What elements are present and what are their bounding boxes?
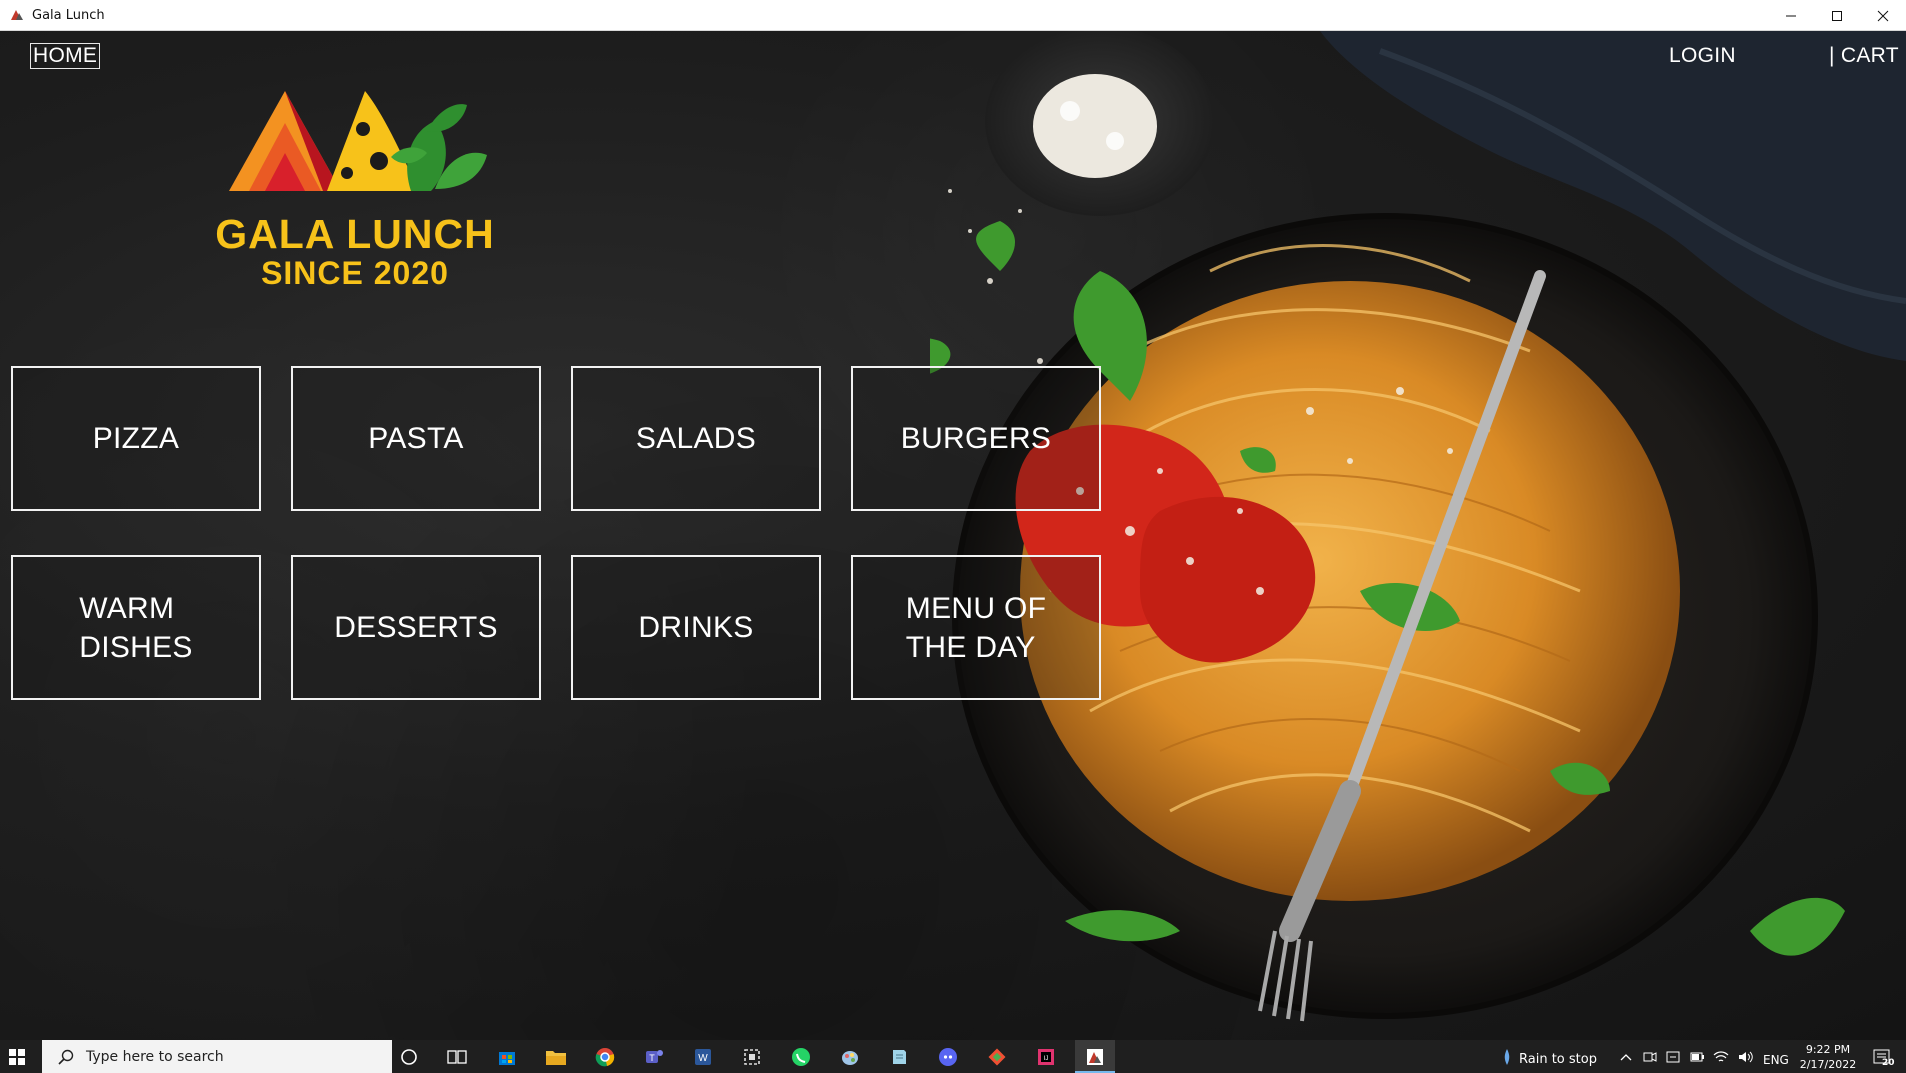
category-label: BURGERS	[900, 422, 1052, 455]
category-salads-button[interactable]: SALADS	[571, 366, 821, 511]
category-menu-of-the-day-button[interactable]: MENU OF THE DAY	[851, 555, 1101, 700]
chevron-up-icon[interactable]	[1620, 1051, 1632, 1063]
cortana-icon[interactable]	[395, 1043, 423, 1071]
teams-icon[interactable]: T	[640, 1043, 668, 1071]
category-drinks-button[interactable]: DRINKS	[571, 555, 821, 700]
logo-graphic	[229, 91, 487, 191]
logo-title: GALA LUNCH	[215, 211, 495, 257]
window-title: Gala Lunch	[32, 7, 105, 23]
logo-subtitle: SINCE 2020	[261, 255, 449, 291]
wifi-icon[interactable]	[1713, 1050, 1729, 1064]
meet-now-icon[interactable]	[1643, 1050, 1657, 1064]
windows-logo-icon	[9, 1048, 25, 1065]
volume-icon[interactable]	[1738, 1050, 1754, 1064]
search-icon	[58, 1049, 74, 1065]
gala-lunch-app-icon[interactable]	[1081, 1043, 1109, 1071]
store-icon[interactable]	[493, 1043, 521, 1071]
category-label: DESSERTS	[334, 611, 498, 644]
minimize-icon	[1786, 15, 1796, 16]
category-label: MENU OF THE DAY	[905, 591, 1047, 664]
notepad-icon[interactable]	[885, 1043, 913, 1071]
snipping-tool-icon[interactable]	[738, 1043, 766, 1071]
notification-count-badge: 20	[1882, 1058, 1895, 1068]
nav-login-link[interactable]: LOGIN	[1669, 44, 1736, 68]
clock-date: 2/17/2022	[1799, 1058, 1857, 1071]
clock-time: 9:22 PM	[1805, 1043, 1851, 1056]
discord-icon[interactable]	[934, 1043, 962, 1071]
file-explorer-icon[interactable]	[542, 1043, 570, 1071]
svg-text:T: T	[649, 1053, 655, 1063]
weather-icon[interactable]	[1503, 1048, 1511, 1066]
maximize-icon	[1832, 10, 1842, 21]
intellij-icon[interactable]: IJ	[1032, 1043, 1060, 1071]
task-view-icon[interactable]	[443, 1043, 471, 1071]
minimize-button[interactable]	[1768, 0, 1814, 31]
window-titlebar: Gala Lunch	[0, 0, 1906, 31]
category-label: WARM DISHES	[79, 591, 193, 664]
category-pizza-button[interactable]: PIZZA	[11, 366, 261, 511]
home-page: HOME LOGIN | CART GALA LUNCH SINCE 2020 …	[0, 31, 1906, 1040]
category-label: SALADS	[635, 422, 757, 455]
git-icon[interactable]	[983, 1043, 1011, 1071]
battery-icon[interactable]	[1690, 1051, 1704, 1063]
taskbar-clock[interactable]: 9:22 PM 2/17/2022	[1788, 1042, 1868, 1072]
language-indicator[interactable]: ENG	[1763, 1053, 1789, 1067]
svg-text:IJ: IJ	[1044, 1056, 1049, 1062]
category-warm-dishes-button[interactable]: WARM DISHES	[11, 555, 261, 700]
gala-lunch-logo: GALA LUNCH SINCE 2020	[205, 61, 505, 291]
category-label: PASTA	[368, 422, 464, 455]
close-button[interactable]	[1860, 0, 1906, 31]
maximize-button[interactable]	[1814, 0, 1860, 31]
close-icon	[1877, 10, 1889, 21]
taskbar-search-box[interactable]: Type here to search	[42, 1040, 392, 1073]
category-desserts-button[interactable]: DESSERTS	[291, 555, 541, 700]
nav-cart-link[interactable]: | CART	[1829, 44, 1899, 68]
word-icon[interactable]: W	[689, 1043, 717, 1071]
start-button[interactable]	[0, 1040, 34, 1073]
category-pasta-button[interactable]: PASTA	[291, 366, 541, 511]
nav-home-link[interactable]: HOME	[30, 43, 101, 69]
whatsapp-icon[interactable]	[787, 1043, 815, 1071]
pasta-plate-image	[930, 31, 1906, 1022]
paint-icon[interactable]	[836, 1043, 864, 1071]
category-label: PIZZA	[92, 422, 180, 455]
security-icon[interactable]	[1666, 1050, 1680, 1064]
chrome-icon[interactable]	[591, 1043, 619, 1071]
category-label: DRINKS	[638, 611, 754, 644]
svg-text:W: W	[698, 1053, 708, 1064]
search-placeholder: Type here to search	[86, 1048, 224, 1065]
weather-text[interactable]: Rain to stop	[1519, 1052, 1597, 1067]
app-icon	[9, 7, 25, 23]
category-burgers-button[interactable]: BURGERS	[851, 366, 1101, 511]
